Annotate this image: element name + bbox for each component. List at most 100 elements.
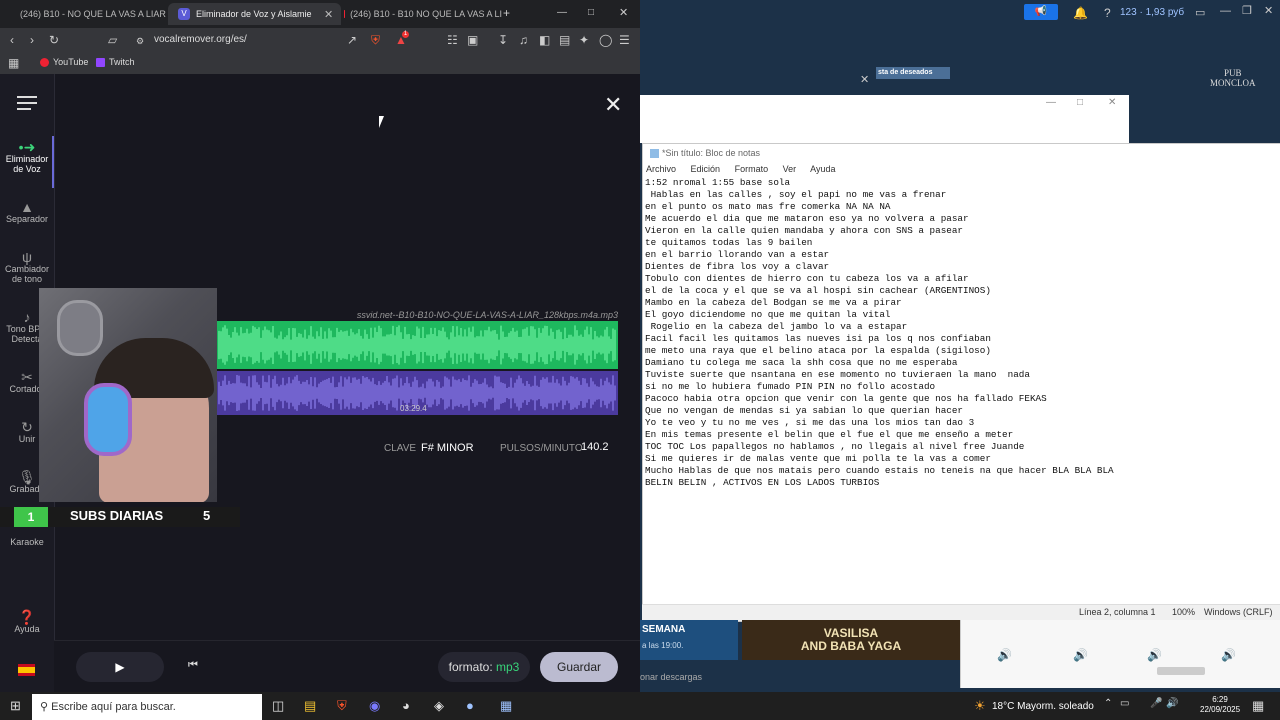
menu-item-formato[interactable]: Formato (735, 164, 769, 174)
vpn-icon[interactable]: ◯ (599, 33, 612, 47)
steam-banner-semana[interactable]: SEMANA a las 19:00. (640, 620, 738, 660)
play-icon: ▶ (115, 660, 125, 674)
pub-logo: PUB MONCLOA (1210, 68, 1256, 88)
encoding: Windows (CRLF) (1204, 607, 1273, 617)
clock[interactable]: 6:29 22/09/2025 (1200, 695, 1240, 715)
sidebar-item-karaoke[interactable]: Karaoke (0, 537, 54, 547)
play-button[interactable]: ▶ (76, 652, 164, 682)
restore-icon[interactable]: ❐ (1242, 4, 1252, 18)
vocalremover-icon: V (178, 8, 190, 20)
close-icon[interactable]: ✕ (604, 92, 622, 118)
mouse-cursor (379, 116, 384, 128)
twitch-icon (96, 57, 105, 67)
windows-start-icon[interactable]: ⊞ (10, 698, 21, 714)
menu-item-archivo[interactable]: Archivo (646, 164, 676, 174)
extensions-icon[interactable]: ☷ (447, 33, 458, 47)
bell-icon[interactable]: 🔔 (1073, 6, 1088, 20)
cursor-position: Línea 2, columna 1 (1079, 607, 1156, 617)
sidebar-item-splitter[interactable]: ▲ Separador (0, 199, 54, 224)
speaker-icon[interactable]: 🔊 (1147, 648, 1162, 662)
brave-icon[interactable]: ⛨ (337, 698, 347, 714)
menu-item-ayuda[interactable]: Ayuda (810, 164, 835, 174)
spain-flag-icon[interactable] (18, 664, 35, 676)
reload-icon[interactable]: ↻ (49, 33, 59, 47)
menu-item-edicion[interactable]: Edición (691, 164, 721, 174)
save-button[interactable]: Guardar (540, 652, 618, 682)
balance-text: 123 · 1,93 руб (1120, 7, 1185, 18)
maximize-icon[interactable]: □ (1077, 97, 1083, 108)
notepad-menu: Archivo Edición Formato Ver Ayuda (646, 164, 848, 174)
close-icon[interactable]: ✕ (1108, 97, 1116, 108)
notepad-title: *Sin título: Bloc de notas (662, 148, 761, 158)
notepad-taskbar-icon[interactable]: ▦ (500, 698, 512, 714)
taskbar-search[interactable]: ⚲ Escribe aquí para buscar. (32, 694, 262, 720)
url-bar[interactable]: vocalremover.org/es/ (130, 31, 434, 49)
bookmark-youtube[interactable]: YouTube (40, 57, 88, 67)
app-icon[interactable]: ◈ (434, 698, 444, 714)
new-tab-icon[interactable]: + (503, 6, 510, 20)
file-explorer-icon[interactable]: ▤ (304, 698, 316, 714)
sidebar-item-vocal-remover[interactable]: •➜ Eliminador de Voz (0, 139, 54, 174)
minimize-icon[interactable]: — (1046, 97, 1056, 108)
minimize-icon[interactable]: — (557, 6, 567, 20)
splitter-icon: ▲ (20, 199, 34, 215)
chevron-up-icon[interactable]: ⌃ (1104, 698, 1112, 709)
network-icon[interactable]: ▭ (1120, 698, 1129, 709)
megaphone-icon[interactable]: 📢 (1024, 4, 1058, 20)
mixer-scrollbar[interactable] (1157, 667, 1205, 675)
speaker-icon[interactable]: 🔊 (1221, 648, 1236, 662)
minimize-icon[interactable]: — (1220, 4, 1231, 18)
timecode: 03:29.4 (400, 404, 427, 413)
rewind-button[interactable]: ⏮ (188, 659, 198, 672)
steam-banner-vasilisa[interactable]: VASILISA AND BABA YAGA (742, 620, 960, 660)
pitch-icon: ψ (22, 249, 32, 265)
weather-icon: ☀ (974, 698, 986, 713)
tab-youtube-2[interactable]: (246) B10 - B10 NO QUE LA VAS A LI (334, 3, 502, 25)
wallet-icon[interactable]: ▤ (559, 33, 570, 47)
close-icon[interactable]: ✕ (1264, 4, 1273, 18)
close-icon[interactable]: ✕ (860, 73, 869, 87)
screenshot-icon[interactable]: ▣ (467, 33, 478, 47)
vocals-waveform[interactable] (217, 321, 618, 369)
speaker-icon[interactable]: 🔊 (1073, 648, 1088, 662)
menu-icon[interactable]: ☰ (619, 33, 630, 47)
back-icon[interactable]: ‹ (10, 33, 14, 47)
tab-youtube-1[interactable]: (246) B10 - NO QUE LA VAS A LIAR (O (4, 3, 172, 25)
sidebar-item-pitch[interactable]: ψ Cambiador de tono (0, 249, 54, 284)
menu-item-ver[interactable]: Ver (783, 164, 797, 174)
leo-icon[interactable]: ✦ (579, 33, 589, 47)
tab-vocalremover[interactable]: V Eliminador de Voz y Aislamiento ✕ (168, 3, 341, 25)
discord-icon[interactable]: ◉ (369, 698, 380, 714)
share-icon[interactable]: ↗ (347, 33, 357, 47)
speaker-icon[interactable]: 🔊 (997, 648, 1012, 662)
format-selector[interactable]: formato: mp3 (438, 652, 530, 682)
zoom-level: 100% (1172, 607, 1196, 617)
volume-icon[interactable]: 🔊 (1166, 698, 1178, 709)
media-icon[interactable]: ♫ (519, 33, 528, 47)
notepad-text-area[interactable]: 1:52 nromal 1:55 base sola Hablas en las… (645, 177, 1265, 489)
close-icon[interactable]: ✕ (619, 6, 628, 20)
bookmark-twitch[interactable]: Twitch (96, 57, 135, 67)
downloads-link[interactable]: onar descargas (640, 672, 702, 682)
hamburger-icon[interactable] (17, 96, 37, 110)
maximize-icon[interactable]: □ (588, 6, 594, 20)
help-icon[interactable]: ? (1104, 6, 1111, 20)
brave-shield-icon[interactable]: ⛨ (371, 33, 380, 47)
download-icon[interactable]: ↧ (498, 33, 508, 47)
forward-icon[interactable]: › (30, 33, 34, 47)
notifications-icon[interactable]: ▦ (1252, 698, 1264, 714)
steam-icon[interactable]: ● (466, 698, 474, 713)
apps-icon[interactable]: ▦ (8, 56, 19, 70)
wishlist-label[interactable]: sta de deseados (876, 67, 950, 79)
task-view-icon[interactable]: ◫ (272, 698, 284, 714)
volume-mixer: 🔊 🔊 🔊 🔊 (960, 620, 1280, 688)
monitor-icon[interactable]: ▭ (1195, 6, 1205, 20)
obs-icon[interactable]: ◕ (402, 698, 410, 713)
sidebar-item-help[interactable]: ❓ Ayuda (0, 610, 54, 634)
vocal-remover-icon: •➜ (18, 139, 36, 155)
close-tab-icon[interactable]: ✕ (324, 8, 333, 21)
mic-icon[interactable]: 🎤 (1150, 698, 1162, 709)
sidebar-icon[interactable]: ◧ (539, 33, 550, 47)
bookmark-icon[interactable]: ▱ (108, 33, 117, 47)
weather-text: 18°C Mayorm. soleado (992, 701, 1094, 712)
